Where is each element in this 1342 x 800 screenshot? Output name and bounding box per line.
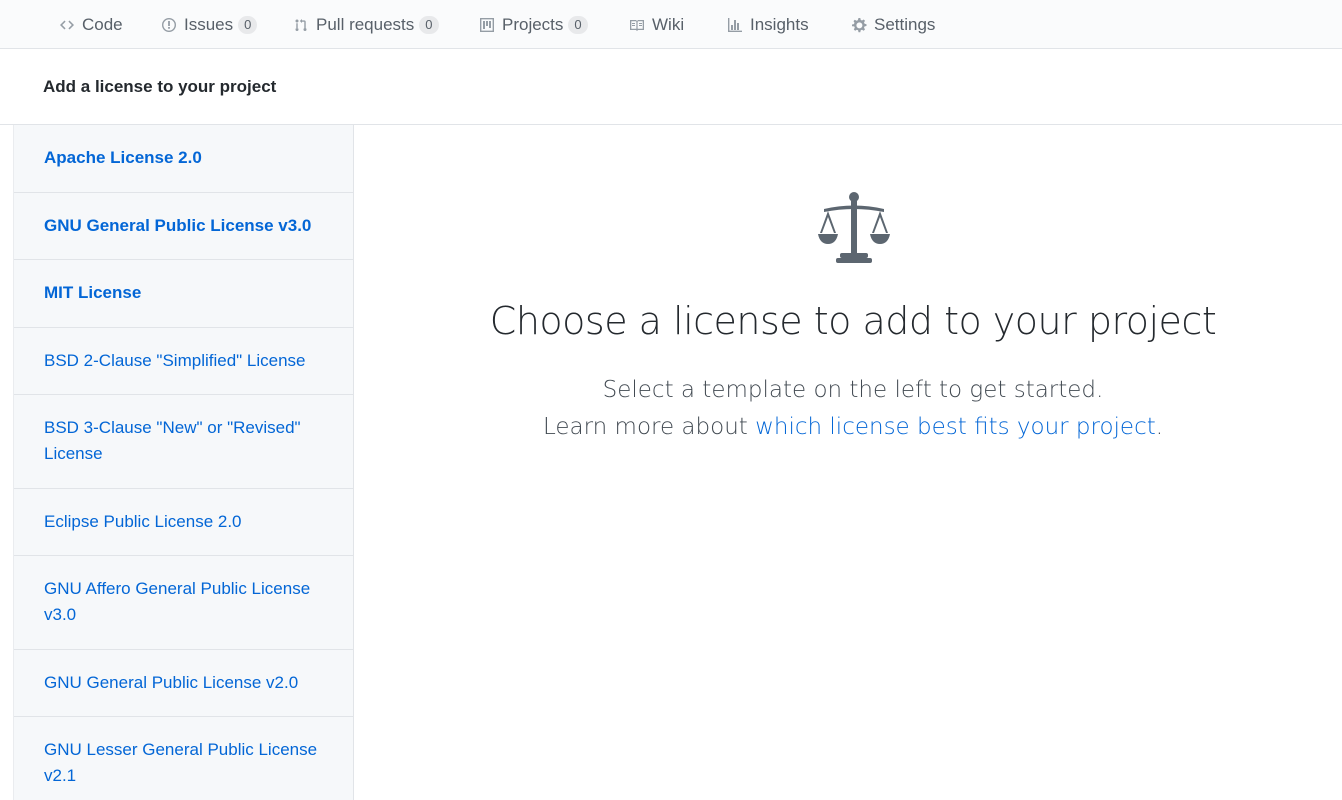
gear-icon <box>850 16 868 34</box>
page-header: Add a license to your project <box>0 50 1342 125</box>
blankslate-instruction: Select a template on the left to get sta… <box>602 377 1104 403</box>
projects-counter: 0 <box>568 15 588 34</box>
pull-request-icon <box>292 16 310 34</box>
repo-nav: Code Issues 0 Pull requests 0 Projects 0… <box>0 0 1342 49</box>
license-item-mit[interactable]: MIT License <box>14 260 353 328</box>
tab-code[interactable]: Code <box>58 0 123 49</box>
tab-projects[interactable]: Projects 0 <box>478 0 588 49</box>
license-help-link[interactable]: which license best fits your project <box>755 414 1156 440</box>
book-icon <box>628 16 646 34</box>
issues-counter: 0 <box>238 15 258 34</box>
tab-settings[interactable]: Settings <box>850 0 935 49</box>
pull-requests-counter: 0 <box>419 15 439 34</box>
tab-insights[interactable]: Insights <box>726 0 809 49</box>
license-item-bsd-2[interactable]: BSD 2-Clause "Simplified" License <box>14 328 353 395</box>
tab-label: Pull requests <box>316 14 415 34</box>
license-item-agpl-3[interactable]: GNU Affero General Public License v3.0 <box>14 556 353 650</box>
license-item-gpl-3[interactable]: GNU General Public License v3.0 <box>14 193 353 260</box>
license-list: Apache License 2.0 GNU General Public Li… <box>13 125 354 800</box>
project-icon <box>478 16 496 34</box>
tab-label: Code <box>82 14 123 34</box>
graph-icon <box>726 16 744 34</box>
tab-label: Issues <box>184 14 234 34</box>
law-icon <box>816 189 892 265</box>
tab-issues[interactable]: Issues 0 <box>160 0 258 49</box>
tab-label: Insights <box>750 14 809 34</box>
tab-label: Wiki <box>652 14 685 34</box>
license-item-epl-2[interactable]: Eclipse Public License 2.0 <box>14 489 353 556</box>
learn-more-prefix: Learn more about <box>542 414 756 440</box>
tab-label: Settings <box>874 14 936 34</box>
license-item-bsd-3[interactable]: BSD 3-Clause "New" or "Revised" License <box>14 395 353 489</box>
code-icon <box>58 16 76 34</box>
tab-pull-requests[interactable]: Pull requests 0 <box>292 0 439 49</box>
blankslate-title: Choose a license to add to your project <box>489 299 1217 343</box>
license-item-gpl-2[interactable]: GNU General Public License v2.0 <box>14 650 353 717</box>
page-title: Add a license to your project <box>43 77 277 96</box>
tab-label: Projects <box>502 14 564 34</box>
learn-more-suffix: . <box>1155 414 1164 440</box>
blankslate: Choose a license to add to your project … <box>354 125 1342 800</box>
license-item-apache-2[interactable]: Apache License 2.0 <box>14 125 353 193</box>
license-item-lgpl-2-1[interactable]: GNU Lesser General Public License v2.1 <box>14 717 353 800</box>
blankslate-learn-more: Learn more about which license best fits… <box>354 414 1342 440</box>
issue-icon <box>160 16 178 34</box>
tab-wiki[interactable]: Wiki <box>628 0 684 49</box>
